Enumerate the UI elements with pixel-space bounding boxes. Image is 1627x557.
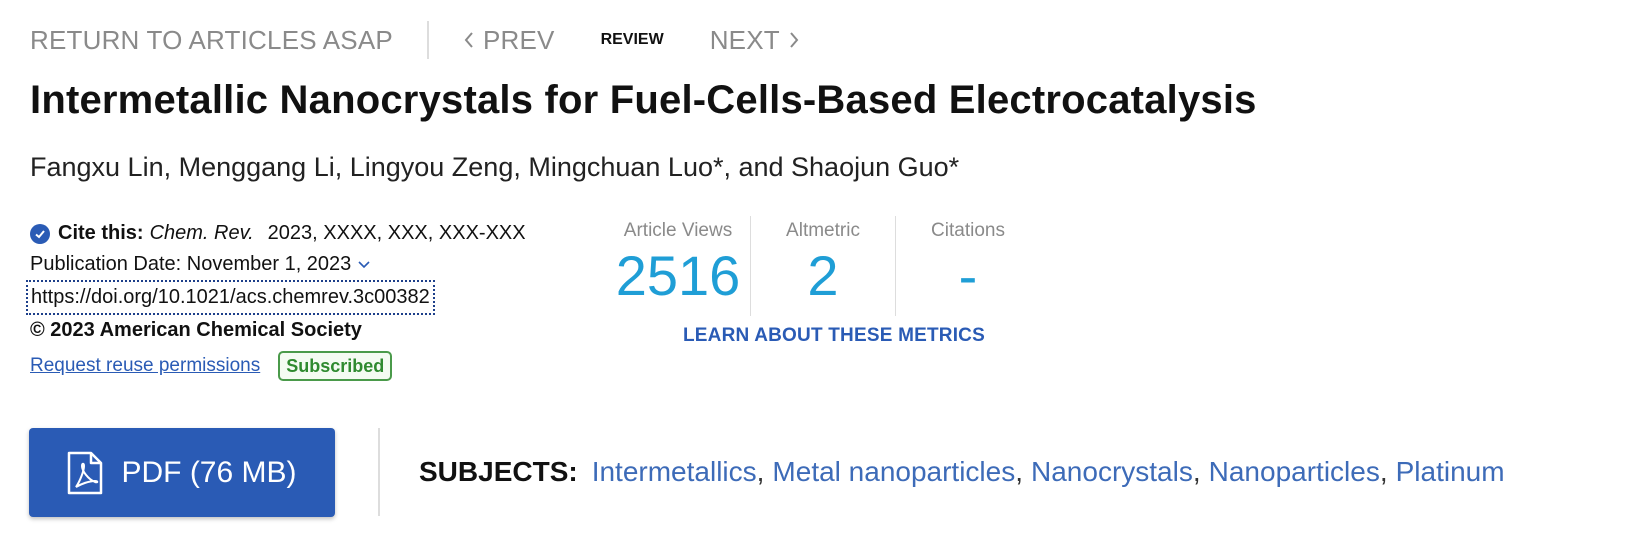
citation-block: Cite this: Chem. Rev. 2023, XXXX, XXX, X… xyxy=(26,218,526,381)
cite-row: Cite this: Chem. Rev. 2023, XXXX, XXX, X… xyxy=(30,218,526,249)
check-circle-icon xyxy=(30,223,50,244)
metric-value: - xyxy=(958,244,978,307)
cite-label: Cite this: xyxy=(58,222,144,244)
metric-value: 2516 xyxy=(615,244,741,307)
learn-about-metrics-link[interactable]: LEARN ABOUT THESE METRICS xyxy=(683,325,985,347)
subscribed-badge: Subscribed xyxy=(278,350,393,381)
doi-link[interactable]: https://doi.org/10.1021/acs.chemrev.3c00… xyxy=(26,280,435,315)
prev-article-link[interactable]: PREV xyxy=(463,25,555,56)
prev-label: PREV xyxy=(482,24,555,55)
publication-date-toggle[interactable]: Publication Date: November 1, 2023 xyxy=(30,249,526,280)
subject-link[interactable]: Intermetallics xyxy=(592,456,757,487)
subjects-label: SUBJECTS: xyxy=(419,456,578,487)
publication-date: Publication Date: November 1, 2023 xyxy=(30,253,352,275)
request-reuse-permissions-link[interactable]: Request reuse permissions xyxy=(30,350,260,381)
chevron-left-icon xyxy=(464,32,473,48)
metric-value: 2 xyxy=(807,244,839,307)
pdf-download-button[interactable]: PDF (76 MB) xyxy=(29,428,335,517)
metric-citations: Citations - xyxy=(895,216,1040,316)
chevron-down-icon xyxy=(358,260,370,268)
section-divider xyxy=(378,428,380,516)
next-label: NEXT xyxy=(709,24,780,55)
separator: , xyxy=(1192,456,1201,487)
article-authors: Fangxu Lin, Menggang Li, Lingyou Zeng, M… xyxy=(30,152,960,182)
next-article-link[interactable]: NEXT xyxy=(710,25,800,56)
subject-link[interactable]: Platinum xyxy=(1396,456,1505,487)
separator: , xyxy=(1015,456,1024,487)
metric-altmetric[interactable]: Altmetric 2 xyxy=(750,216,895,316)
separator: , xyxy=(1379,456,1388,487)
cite-reference: 2023, XXXX, XXX, XXX-XXX xyxy=(267,222,526,244)
subject-link[interactable]: Nanoparticles xyxy=(1209,456,1380,487)
article-metrics: Article Views 2516 Altmetric 2 Citations… xyxy=(606,216,1040,316)
copyright-text: © 2023 American Chemical Society xyxy=(30,319,362,341)
separator: , xyxy=(756,456,765,487)
article-type-label: REVIEW xyxy=(600,31,664,48)
metric-label: Altmetric xyxy=(786,220,860,241)
chevron-right-icon xyxy=(790,32,799,48)
pdf-button-label: PDF (76 MB) xyxy=(121,455,297,489)
cite-journal: Chem. Rev. xyxy=(149,222,254,244)
article-nav: RETURN TO ARTICLES ASAP PREV REVIEW NEXT xyxy=(30,21,800,59)
subject-link[interactable]: Metal nanoparticles xyxy=(772,456,1015,487)
article-title: Intermetallic Nanocrystals for Fuel-Cell… xyxy=(30,78,1257,122)
subject-link[interactable]: Nanocrystals xyxy=(1031,456,1193,487)
nav-divider xyxy=(426,21,429,59)
subjects-list: SUBJECTS: Intermetallics, Metal nanopartic… xyxy=(419,456,1505,488)
metric-label: Citations xyxy=(931,220,1005,241)
metric-label: Article Views xyxy=(623,220,733,241)
metric-article-views: Article Views 2516 xyxy=(606,216,750,316)
pdf-file-icon xyxy=(68,451,103,494)
return-to-articles-link[interactable]: RETURN TO ARTICLES ASAP xyxy=(30,25,393,56)
